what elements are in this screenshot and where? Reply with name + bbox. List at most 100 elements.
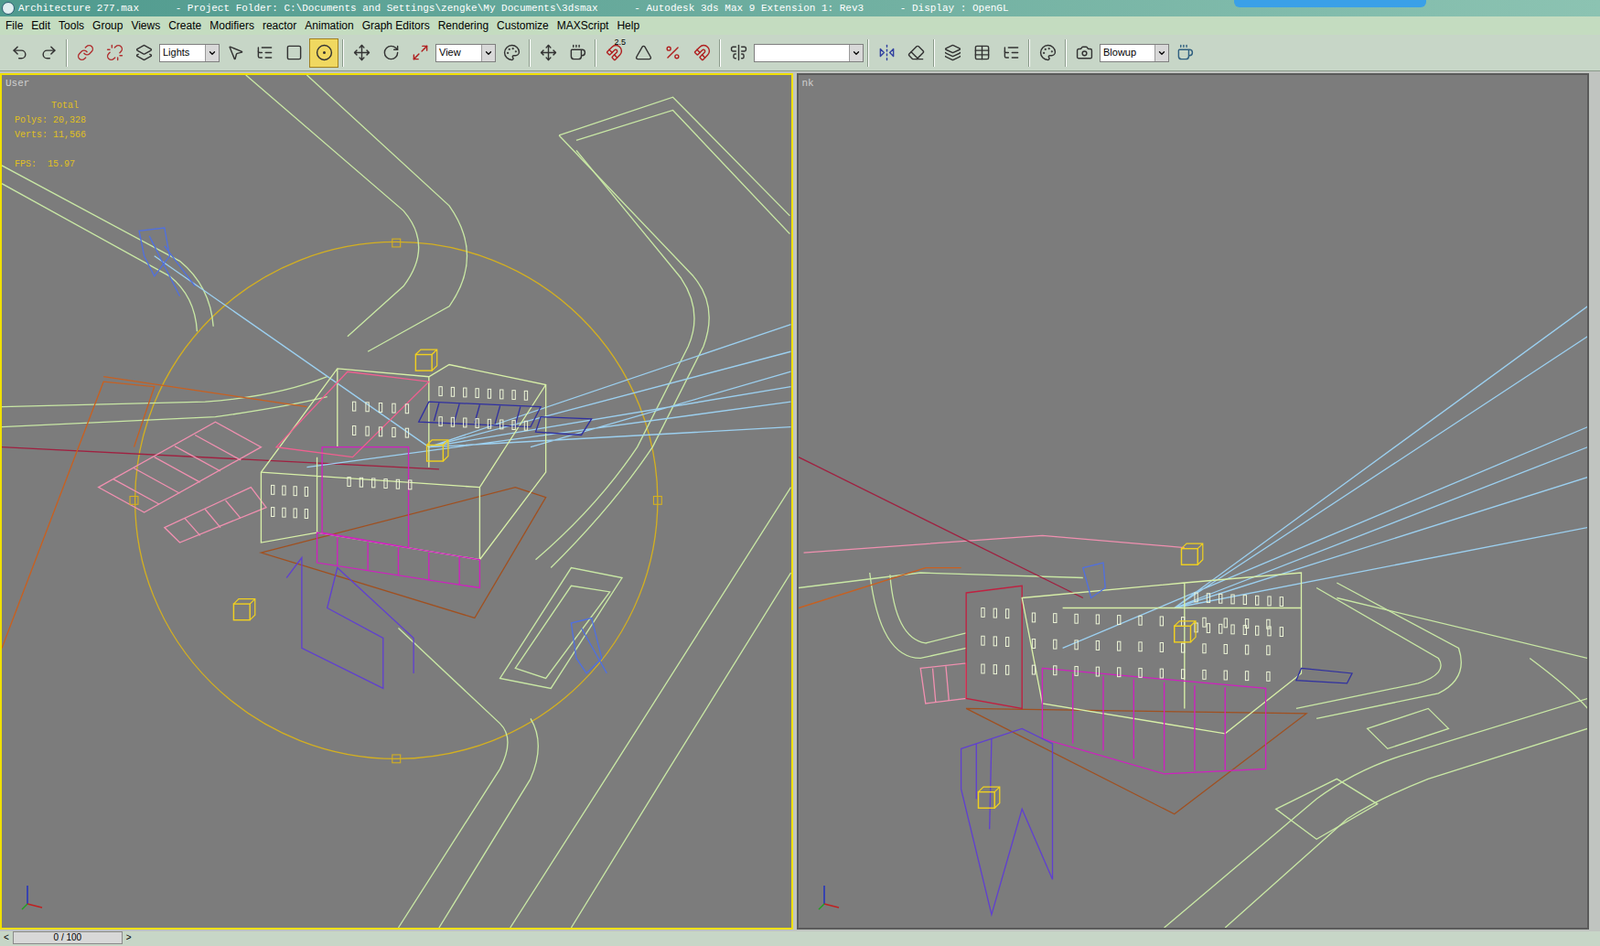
rotate-button[interactable] [376, 39, 405, 67]
scene-edge [798, 572, 1084, 588]
rect-select-button[interactable] [279, 39, 308, 67]
time-slider-prev[interactable]: < [0, 931, 13, 945]
menu-item[interactable]: Animation [304, 17, 354, 34]
scene-edge [500, 568, 623, 689]
edit-named-selection-button[interactable] [724, 39, 752, 67]
reference-coord-dropdown[interactable]: View [435, 43, 496, 63]
keyboard-shortcut-button[interactable] [563, 39, 591, 67]
window-mesh [980, 635, 984, 645]
snap-button[interactable]: 2.5 [600, 39, 628, 67]
window-mesh [293, 508, 297, 518]
layer-manager-button[interactable] [938, 39, 967, 67]
pivot-button[interactable] [497, 39, 526, 67]
link-button[interactable] [71, 39, 99, 67]
window-mesh [512, 420, 516, 430]
scene-edge [260, 368, 546, 560]
window-mesh [524, 420, 527, 430]
manipulate-button[interactable] [534, 39, 562, 67]
angle-snap-button[interactable] [629, 39, 657, 67]
named-selection-dropdown[interactable] [753, 43, 864, 63]
title-button[interactable] [1234, 0, 1427, 8]
window-mesh [304, 486, 308, 496]
app-window: Architecture 277.max - Project Folder: C… [0, 0, 1600, 946]
render-preset-dropdown[interactable]: Blowup [1099, 43, 1170, 63]
window-mesh [378, 427, 382, 437]
viewport[interactable]: nk [796, 73, 1590, 930]
axis-tripod-icon [815, 880, 847, 912]
scene-edge [1295, 667, 1352, 683]
select-by-name-button[interactable] [250, 39, 279, 67]
menu-item[interactable]: Graph Editors [362, 17, 430, 34]
menu-item[interactable]: File [5, 17, 23, 34]
window-mesh [439, 386, 442, 397]
align-button[interactable] [902, 39, 930, 67]
window-mesh [1052, 613, 1056, 623]
scale-button[interactable] [406, 39, 434, 67]
scene-edge [1082, 562, 1105, 598]
material-editor-button[interactable] [1033, 39, 1062, 67]
light-box [427, 440, 449, 462]
viewport[interactable]: UserTotalPolys: 20,328Verts: 11,566FPS: … [0, 73, 794, 930]
window-mesh [512, 390, 516, 400]
undo-button-icon [10, 43, 29, 62]
scene-edge [317, 532, 481, 588]
window-mesh [365, 402, 369, 412]
menu-item[interactable]: Create [168, 17, 202, 34]
viewport-label[interactable]: nk [802, 76, 815, 90]
dropdown-arrow-icon [204, 44, 219, 62]
time-slider-next[interactable]: > [122, 931, 136, 945]
window-mesh [405, 428, 409, 438]
menu-item[interactable]: Views [130, 17, 161, 34]
percent-snap-button[interactable] [658, 39, 687, 67]
window-mesh [1266, 619, 1269, 629]
window-mesh [1181, 669, 1184, 679]
menu-item[interactable]: Customize [496, 17, 549, 34]
schematic-view-button[interactable] [997, 39, 1025, 67]
window-mesh [993, 665, 997, 675]
window-mesh [1245, 619, 1248, 629]
window-mesh [392, 403, 396, 413]
scene-edge [798, 457, 1084, 599]
window-crossing-button[interactable] [310, 39, 338, 67]
scene-edge [960, 728, 1053, 914]
quick-render-button[interactable] [1170, 39, 1199, 67]
menu-item[interactable]: Group [92, 17, 123, 34]
window-mesh [475, 388, 479, 398]
scene-edge [1, 381, 155, 648]
bind-space-warp-button[interactable] [129, 39, 158, 67]
menu-item[interactable]: reactor [262, 17, 297, 34]
menu-item[interactable]: Edit [31, 17, 51, 34]
window-mesh [1202, 669, 1205, 679]
menu-item[interactable]: Help [616, 17, 640, 34]
scene-edge [1163, 697, 1588, 928]
spinner-snap-button[interactable] [687, 39, 716, 67]
window-mesh [1224, 670, 1227, 680]
window-mesh [1224, 644, 1227, 655]
viewport-label[interactable]: User [5, 76, 30, 90]
menu-item[interactable]: Rendering [438, 17, 489, 34]
menu-item[interactable]: MAXScript [557, 17, 610, 34]
scene-edge [515, 585, 610, 678]
toolbar-separator [342, 39, 344, 67]
mirror-button[interactable] [872, 39, 901, 67]
time-slider[interactable]: <0 / 100> [0, 931, 1600, 946]
menu-item[interactable]: Modifiers [209, 17, 255, 34]
redo-button[interactable] [34, 39, 63, 67]
scene-edge [1316, 582, 1461, 719]
window-mesh [1206, 593, 1210, 603]
curve-editor-button[interactable] [967, 39, 996, 67]
dropdown-arrow-icon [481, 44, 495, 62]
scene-edge [397, 627, 507, 928]
scene-edge [154, 256, 792, 468]
selection-filter-dropdown[interactable]: Lights [159, 43, 220, 63]
render-scene-button[interactable] [1070, 39, 1098, 67]
select-button[interactable] [221, 39, 249, 67]
scene-edge [1336, 598, 1588, 659]
toolbar-separator [528, 39, 531, 67]
dropdown-arrow-icon [848, 44, 863, 62]
move-button[interactable] [347, 39, 376, 67]
unlink-button[interactable] [100, 39, 129, 67]
undo-button[interactable] [5, 39, 33, 67]
window-mesh [1073, 613, 1077, 623]
menu-item[interactable]: Tools [58, 17, 85, 34]
